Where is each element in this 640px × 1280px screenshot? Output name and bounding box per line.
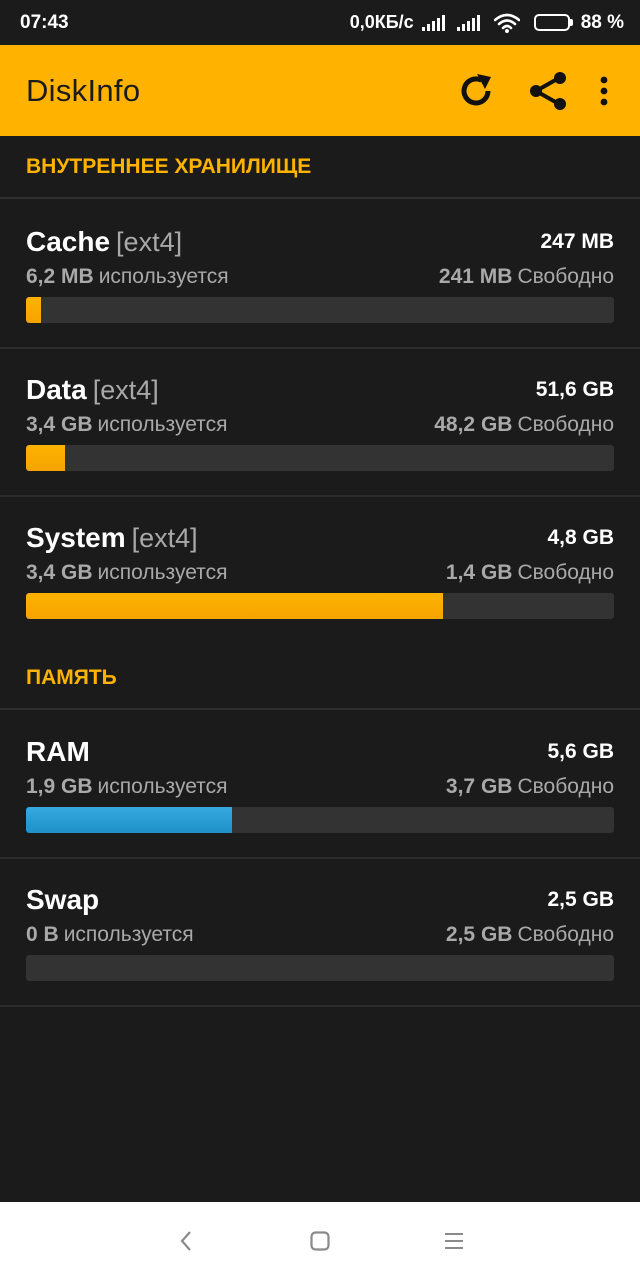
- item-used: 1,9 GB используется: [26, 775, 228, 798]
- usage-bar-fill: [26, 297, 41, 323]
- item-total: 247 MB: [540, 230, 614, 253]
- item-name-wrapper: Cache [ext4]: [26, 226, 182, 258]
- item-used: 6,2 MB используется: [26, 265, 229, 288]
- status-indicators: 0,0КБ/с 88 %: [350, 12, 624, 34]
- usage-bar: [26, 445, 614, 471]
- item-total: 5,6 GB: [547, 740, 614, 763]
- item-free: 48,2 GB Свободно: [434, 413, 614, 436]
- usage-bar: [26, 955, 614, 981]
- wifi-icon: [493, 13, 520, 33]
- share-icon: [530, 71, 566, 110]
- app-bar-actions: [440, 61, 624, 121]
- usage-bar: [26, 807, 614, 833]
- back-button[interactable]: [169, 1224, 203, 1258]
- back-icon: [180, 1231, 191, 1251]
- share-button[interactable]: [512, 61, 584, 121]
- recents-button[interactable]: [437, 1224, 471, 1258]
- battery-icon: [533, 14, 573, 31]
- section-header-internal-storage: ВНУТРЕННЕЕ ХРАНИЛИЩЕ: [0, 136, 640, 199]
- refresh-button[interactable]: [440, 61, 512, 121]
- item-free: 1,4 GB Свободно: [445, 561, 614, 584]
- item-name-wrapper: System [ext4]: [26, 522, 198, 554]
- item-total: 51,6 GB: [535, 378, 614, 401]
- app-bar: DiskInfo: [0, 45, 640, 136]
- signal-icon: [456, 14, 480, 31]
- system-nav-bar: [0, 1202, 640, 1280]
- more-vert-icon: [600, 76, 608, 105]
- memory-item-swap[interactable]: Swap 2,5 GB 0 Bиспользуется 2,5 GB Свобод…: [0, 859, 640, 1007]
- usage-bar: [26, 593, 614, 619]
- item-name: RAM: [26, 736, 90, 767]
- usage-bar: [26, 297, 614, 323]
- item-total: 2,5 GB: [547, 888, 614, 911]
- app-title: DiskInfo: [26, 72, 141, 108]
- item-free: 3,7 GB Свободно: [445, 775, 614, 798]
- item-name: System: [26, 522, 126, 553]
- battery-percent: 88 %: [580, 11, 624, 33]
- usage-bar-fill: [26, 807, 232, 833]
- signal-icon: [421, 14, 445, 31]
- usage-bar-fill: [26, 445, 65, 471]
- status-bar: 07:43 0,0КБ/с 88 %: [0, 0, 640, 45]
- status-time: 07:43: [20, 11, 69, 33]
- item-filesystem: [ext4]: [92, 375, 159, 405]
- item-name-wrapper: Data [ext4]: [26, 374, 159, 406]
- item-filesystem: [ext4]: [116, 227, 183, 257]
- home-button[interactable]: [303, 1224, 337, 1258]
- item-free: 2,5 GB Свободно: [445, 923, 614, 946]
- storage-item-data[interactable]: Data [ext4] 51,6 GB 3,4 GB используется 48…: [0, 349, 640, 497]
- section-header-memory: ПАМЯТЬ: [0, 647, 640, 710]
- recents-icon: [445, 1233, 463, 1249]
- memory-item-ram[interactable]: RAM 5,6 GB 1,9 GB используется 3,7 GB Своб…: [0, 711, 640, 859]
- storage-item-system[interactable]: System [ext4] 4,8 GB 3,4 GB используется 1…: [0, 497, 640, 645]
- item-total: 4,8 GB: [547, 526, 614, 549]
- item-used: 3,4 GB используется: [26, 561, 228, 584]
- item-used: 3,4 GB используется: [26, 413, 228, 436]
- refresh-icon: [461, 73, 491, 105]
- item-name: Data: [26, 374, 87, 405]
- usage-bar-fill: [26, 593, 444, 619]
- item-name: Cache: [26, 226, 111, 257]
- item-free: 241 MB Свободно: [438, 265, 614, 288]
- home-icon: [310, 1231, 330, 1251]
- item-filesystem: [ext4]: [131, 523, 198, 553]
- item-name: Swap: [26, 884, 100, 915]
- network-speed: 0,0КБ/с: [349, 12, 414, 32]
- item-used: 0 Bиспользуется: [26, 923, 194, 946]
- overflow-menu-button[interactable]: [584, 61, 624, 121]
- storage-item-cache[interactable]: Cache [ext4] 247 MB 6,2 MB используется 24…: [0, 201, 640, 349]
